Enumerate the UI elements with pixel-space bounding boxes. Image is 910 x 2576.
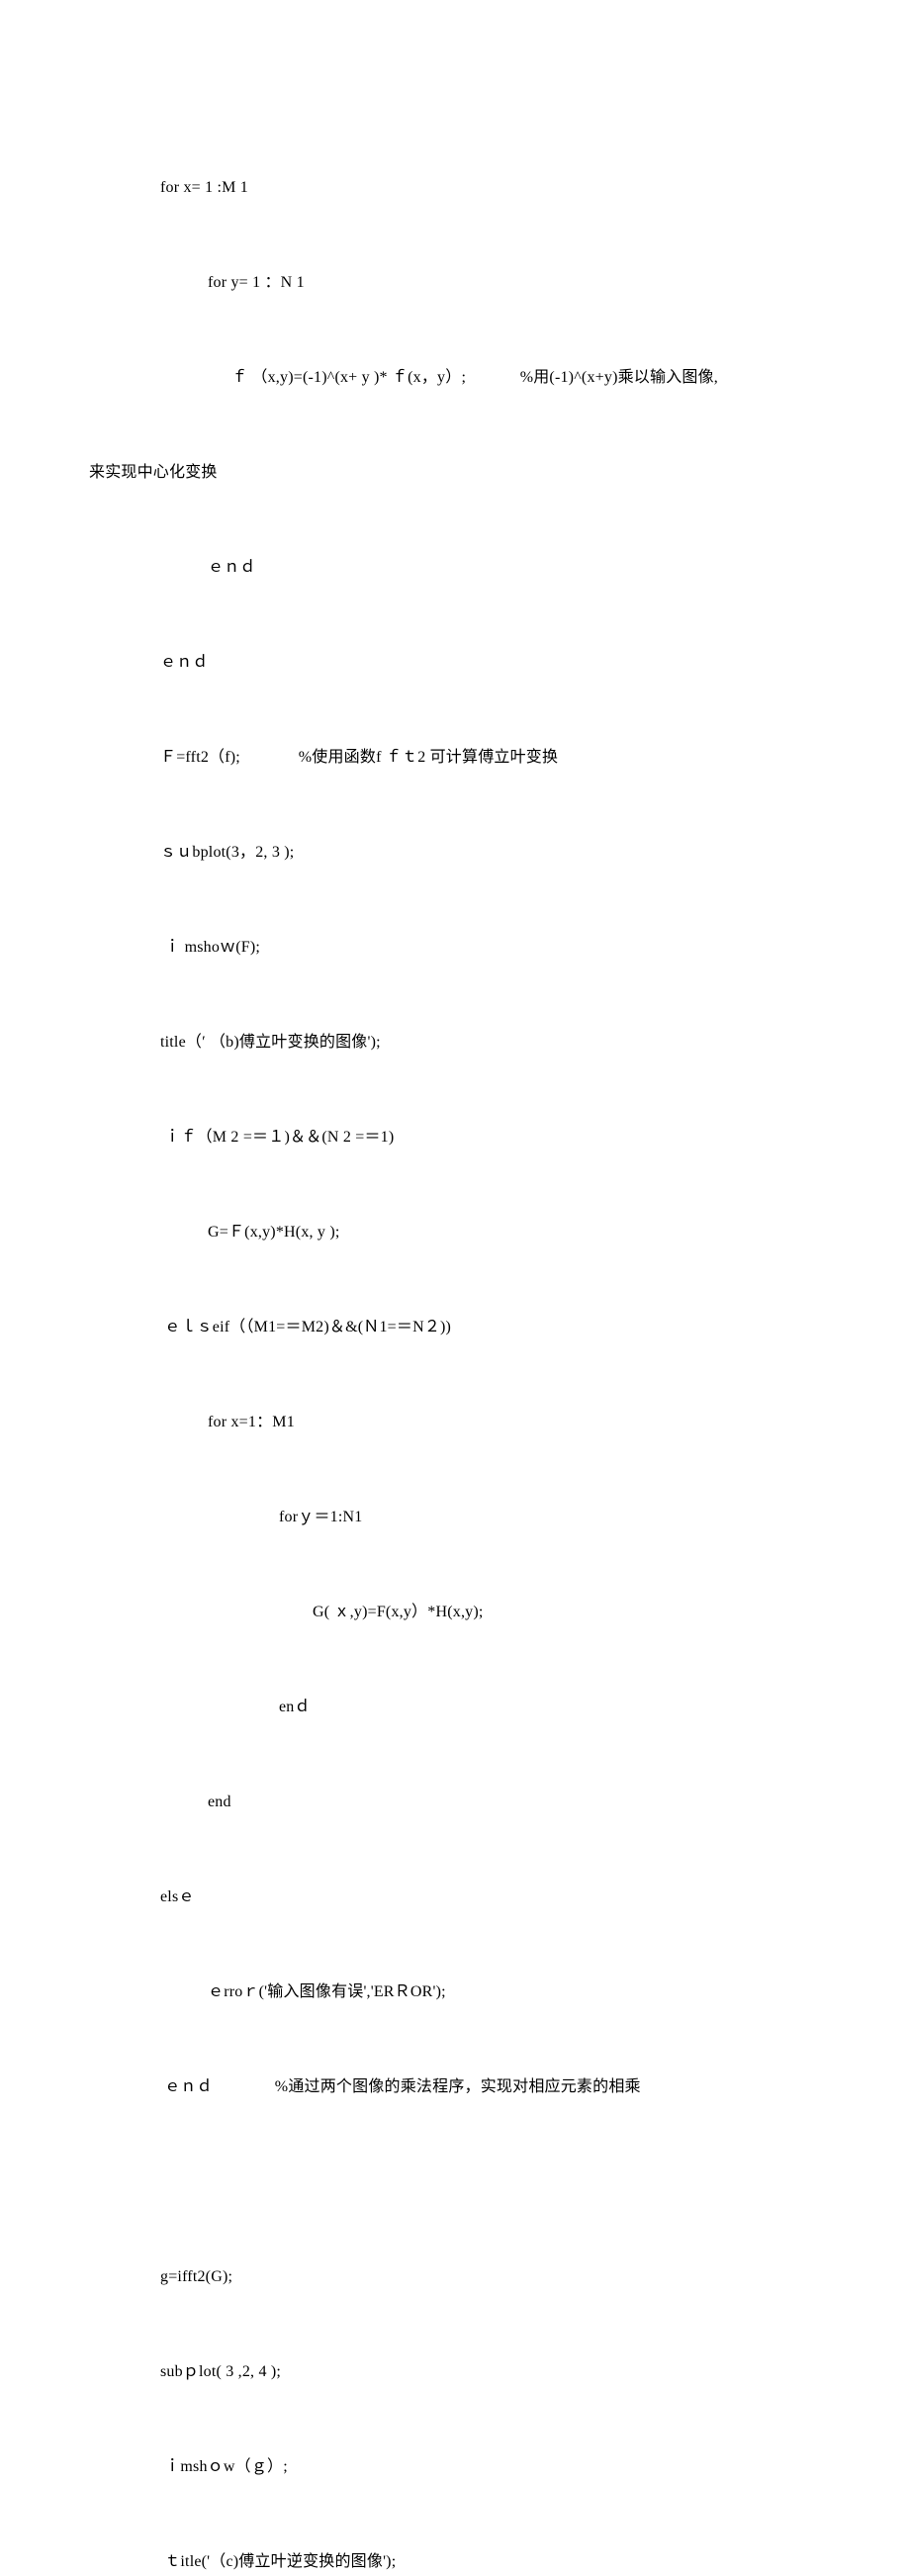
code-line: for x=1：M1 bbox=[89, 1407, 821, 1438]
code-line: ｆ （x,y)=(-1)^(x+ y )* ｆ(x，y）; %用(-1)^(x+… bbox=[89, 362, 821, 394]
code-line: ｉｆ（M 2 =＝１)＆＆(N 2 =＝1) bbox=[89, 1122, 821, 1153]
code-line: forｙ＝1:N1 bbox=[89, 1502, 821, 1533]
code-line: for x= 1 :M 1 bbox=[89, 172, 821, 204]
code-line: enｄ bbox=[89, 1692, 821, 1723]
code-line: G( ｘ,y)=F(x,y）*H(x,y); bbox=[89, 1597, 821, 1628]
code-line: ｅｎｄ bbox=[89, 552, 821, 584]
code-line: g=ifft2(G); bbox=[89, 2261, 821, 2293]
code-line: Ｆ=fft2（f); %使用函数f ｆｔ2 可计算傅立叶变换 bbox=[89, 742, 821, 774]
code-line: title（′ （b)傅立叶变换的图像'); bbox=[89, 1027, 821, 1058]
document-page: for x= 1 :M 1 for y= 1 ：N 1 ｆ （x,y)=(-1)… bbox=[0, 0, 910, 2576]
code-line bbox=[89, 2166, 821, 2198]
code-line: ｓｕbplot(3，2, 3 ); bbox=[89, 837, 821, 869]
code-block: for x= 1 :M 1 for y= 1 ：N 1 ｆ （x,y)=(-1)… bbox=[89, 109, 821, 2576]
code-line: ｔitle('（c)傅立叶逆变换的图像'); bbox=[89, 2546, 821, 2576]
code-line: ｅｌｓeif（（M1=＝M2)＆&(Ｎ1=＝N２)) bbox=[89, 1312, 821, 1343]
code-line: 来实现中心化变换 bbox=[89, 457, 821, 489]
code-line: ｅｎｄ %通过两个图像的乘法程序，实现对相应元素的相乘 bbox=[89, 2071, 821, 2103]
code-line: G=Ｆ(x,y)*H(x, y ); bbox=[89, 1217, 821, 1248]
code-line: ｅrroｒ('输入图像有误','ERＲOR'); bbox=[89, 1977, 821, 2008]
code-line: subｐlot( 3 ,2, 4 ); bbox=[89, 2356, 821, 2388]
code-line: elsｅ bbox=[89, 1882, 821, 1913]
code-line: ｅｎｄ bbox=[89, 647, 821, 679]
code-line: end bbox=[89, 1787, 821, 1818]
code-line: ｉ mshoｗ(F); bbox=[89, 932, 821, 964]
code-line: ｉmshｏw（ｇ）; bbox=[89, 2451, 821, 2483]
code-line: for y= 1 ：N 1 bbox=[89, 267, 821, 299]
